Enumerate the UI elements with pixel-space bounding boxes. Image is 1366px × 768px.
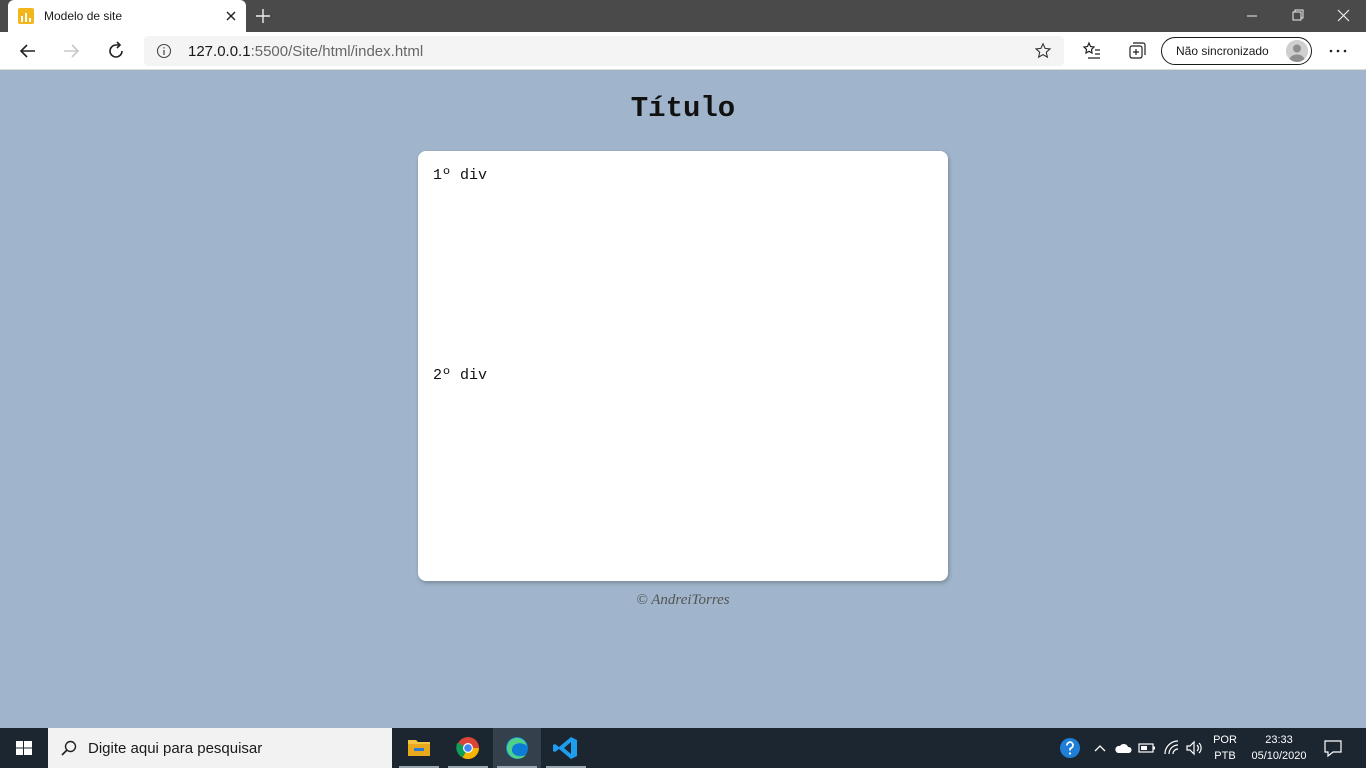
- taskbar-clock[interactable]: 23:33 05/10/2020: [1244, 732, 1314, 764]
- browser-toolbar: 127.0.0.1:5500/Site/html/index.html Não …: [0, 32, 1366, 70]
- close-window-icon[interactable]: [1320, 4, 1366, 28]
- avatar-icon: [1286, 40, 1308, 62]
- notification-center-icon[interactable]: [1322, 738, 1344, 758]
- chrome-taskbar-button[interactable]: [444, 728, 492, 768]
- search-placeholder: Digite aqui para pesquisar: [88, 740, 263, 757]
- favorite-star-icon[interactable]: [1034, 42, 1052, 60]
- browser-tab-strip: Modelo de site: [0, 0, 1366, 32]
- content-card: 1º div 2º div: [418, 151, 948, 581]
- vscode-taskbar-button[interactable]: [542, 728, 590, 768]
- url-path: :5500/Site/html/index.html: [250, 43, 424, 60]
- close-tab-icon[interactable]: [222, 7, 240, 25]
- keyboard-layout-code: PTB: [1214, 750, 1236, 762]
- language-code: POR: [1213, 734, 1237, 746]
- page-title: Título: [630, 92, 736, 125]
- collections-icon[interactable]: [1124, 39, 1148, 63]
- restore-window-icon[interactable]: [1275, 4, 1321, 28]
- taskbar: Digite aqui para pesquisar POR PTB 23:33…: [0, 728, 1366, 768]
- battery-icon[interactable]: [1137, 738, 1157, 758]
- volume-icon[interactable]: [1184, 738, 1204, 758]
- minimize-window-icon[interactable]: [1229, 4, 1275, 28]
- edge-icon: [506, 737, 528, 759]
- address-bar[interactable]: 127.0.0.1:5500/Site/html/index.html: [144, 36, 1064, 66]
- clock-time: 23:33: [1265, 734, 1293, 746]
- profile-button[interactable]: Não sincronizado: [1161, 37, 1312, 65]
- file-explorer-taskbar-button[interactable]: [395, 728, 443, 768]
- vscode-icon: [553, 737, 577, 759]
- url-host: 127.0.0.1: [188, 43, 251, 60]
- input-language-indicator[interactable]: POR PTB: [1212, 732, 1238, 764]
- chevron-up-icon[interactable]: [1090, 738, 1110, 758]
- profile-sync-label: Não sincronizado: [1176, 44, 1269, 58]
- edge-taskbar-button[interactable]: [493, 728, 541, 768]
- windows-start-icon[interactable]: [0, 728, 48, 768]
- browser-tab[interactable]: Modelo de site: [8, 0, 246, 32]
- site-favicon-icon: [18, 8, 34, 24]
- onedrive-cloud-icon[interactable]: [1113, 738, 1133, 758]
- new-tab-icon[interactable]: [254, 7, 272, 25]
- site-info-icon[interactable]: [156, 43, 172, 59]
- more-options-icon[interactable]: [1326, 39, 1350, 63]
- forward-arrow-icon[interactable]: [59, 39, 83, 63]
- taskbar-search-box[interactable]: Digite aqui para pesquisar: [48, 728, 392, 768]
- help-icon[interactable]: [1059, 737, 1081, 759]
- reload-icon[interactable]: [104, 39, 128, 63]
- folder-icon: [408, 740, 430, 756]
- search-icon: [61, 740, 77, 756]
- clock-date: 05/10/2020: [1251, 750, 1307, 762]
- wifi-icon[interactable]: [1162, 738, 1182, 758]
- second-div-label: 2º div: [433, 367, 488, 384]
- tab-title: Modelo de site: [44, 9, 123, 23]
- favorites-icon[interactable]: [1080, 39, 1104, 63]
- page-footer: © AndreiTorres: [636, 592, 730, 608]
- first-div-label: 1º div: [433, 167, 488, 184]
- url-text[interactable]: 127.0.0.1:5500/Site/html/index.html: [188, 43, 423, 60]
- chrome-icon: [456, 737, 479, 759]
- back-arrow-icon[interactable]: [16, 39, 40, 63]
